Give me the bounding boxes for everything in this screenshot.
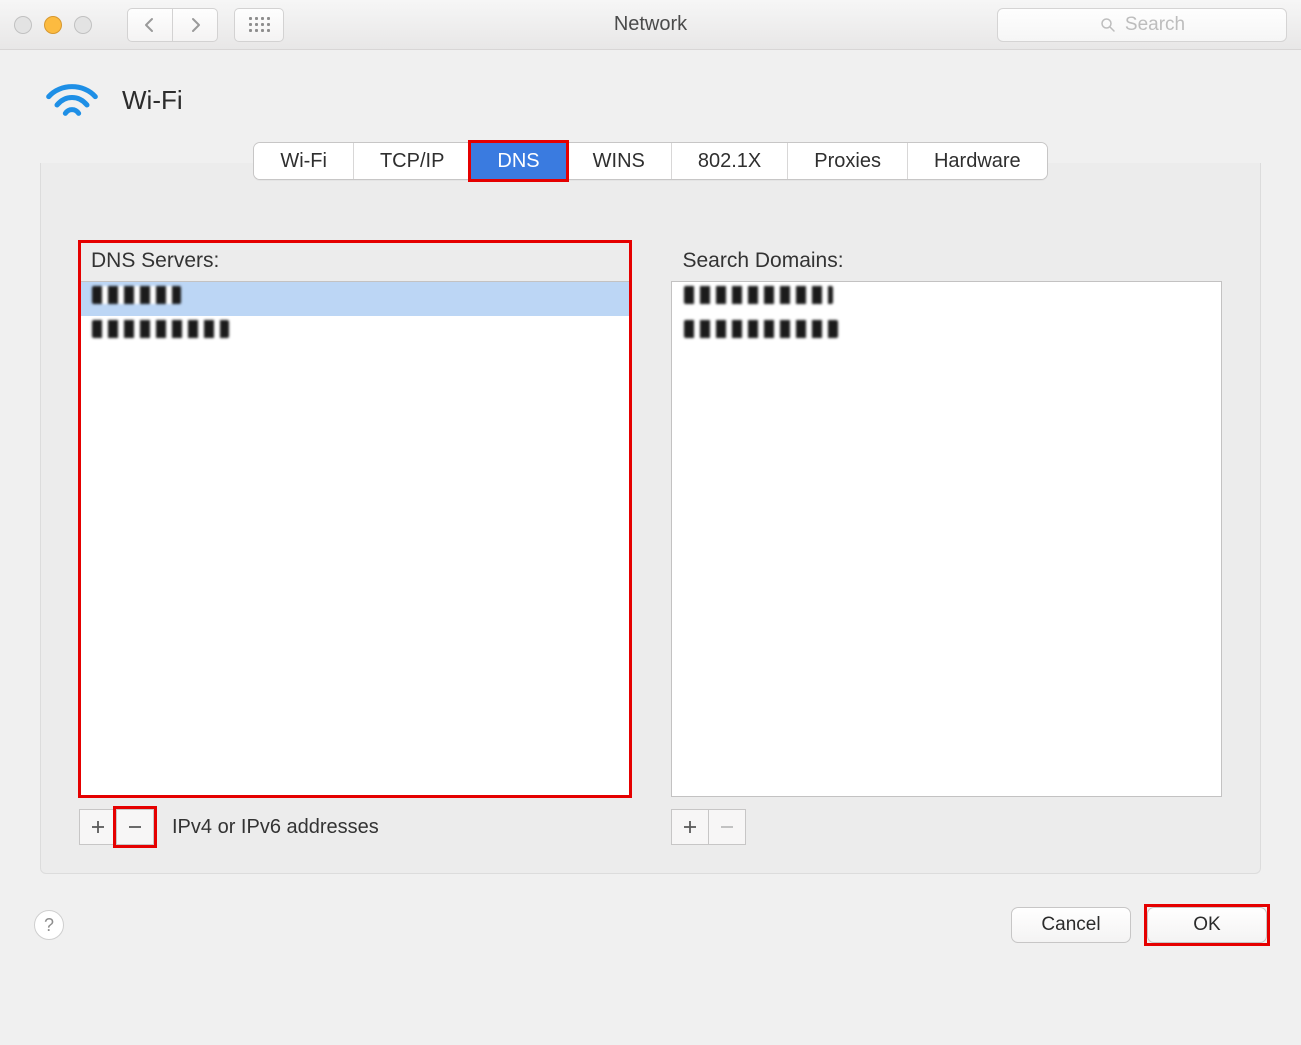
minus-icon — [127, 819, 143, 835]
search-icon — [1099, 16, 1117, 34]
redacted-text — [92, 286, 181, 304]
dns-footer-hint: IPv4 or IPv6 addresses — [172, 816, 379, 839]
search-domains-column: Search Domains: — [671, 241, 1223, 845]
search-domains-header: Search Domains: — [671, 241, 1223, 281]
redacted-text — [92, 320, 229, 338]
search-domain-row[interactable] — [672, 316, 1222, 350]
nav-buttons — [127, 8, 284, 42]
back-button[interactable] — [127, 8, 173, 42]
plus-icon — [90, 819, 106, 835]
tab-tcp-ip[interactable]: TCP/IP — [354, 143, 471, 179]
minimize-window-button[interactable] — [44, 16, 62, 34]
tab-hardware[interactable]: Hardware — [908, 143, 1047, 179]
grid-icon — [249, 17, 270, 32]
segmented-tabs: Wi-FiTCP/IPDNSWINS802.1XProxiesHardware — [253, 142, 1047, 180]
add-search-domain-button[interactable] — [671, 809, 709, 845]
search-domains-list[interactable] — [671, 281, 1223, 797]
minus-icon — [719, 819, 735, 835]
remove-search-domain-button[interactable] — [708, 809, 746, 845]
footer: ? Cancel OK — [0, 891, 1301, 967]
redacted-text — [684, 286, 834, 304]
tab-wi-fi[interactable]: Wi-Fi — [254, 143, 354, 179]
plus-icon — [682, 819, 698, 835]
zoom-window-button[interactable] — [74, 16, 92, 34]
search-domain-row[interactable] — [672, 282, 1222, 316]
dns-list-footer: IPv4 or IPv6 addresses — [79, 809, 631, 845]
annotation-highlight-remove-button — [113, 806, 157, 848]
chevron-right-icon — [187, 17, 203, 33]
traffic-lights — [14, 16, 92, 34]
interface-name: Wi-Fi — [122, 85, 183, 116]
tab-dns[interactable]: DNS — [471, 143, 566, 179]
cancel-button[interactable]: Cancel — [1011, 907, 1131, 943]
search-domains-add-remove-group — [671, 809, 746, 845]
chevron-left-icon — [142, 17, 158, 33]
redacted-text — [684, 320, 838, 338]
wifi-icon — [44, 80, 100, 120]
tab-wins[interactable]: WINS — [567, 143, 672, 179]
tab-proxies[interactable]: Proxies — [788, 143, 908, 179]
annotation-highlight-dns-list — [78, 240, 632, 798]
dns-servers-column: DNS Servers: IPv4 or IPv6 addresses — [79, 241, 631, 845]
add-dns-server-button[interactable] — [79, 809, 117, 845]
ok-button[interactable]: OK — [1147, 907, 1267, 943]
forward-button[interactable] — [172, 8, 218, 42]
remove-dns-server-button[interactable] — [116, 809, 154, 845]
dns-panel: DNS Servers: IPv4 or IPv6 addresses — [40, 163, 1261, 874]
show-all-prefs-button[interactable] — [234, 8, 284, 42]
tab-802-1x[interactable]: 802.1X — [672, 143, 788, 179]
dns-servers-header: DNS Servers: — [79, 241, 631, 281]
search-domains-footer — [671, 809, 1223, 845]
tabstrip: Wi-FiTCP/IPDNSWINS802.1XProxiesHardware — [0, 142, 1301, 180]
help-button[interactable]: ? — [34, 910, 64, 940]
dns-server-row[interactable] — [80, 282, 630, 316]
search-input[interactable]: Search — [997, 8, 1287, 42]
dns-servers-list[interactable] — [79, 281, 631, 797]
close-window-button[interactable] — [14, 16, 32, 34]
dns-server-row[interactable] — [80, 316, 630, 350]
titlebar: Network Search — [0, 0, 1301, 50]
search-placeholder: Search — [1125, 14, 1185, 36]
interface-header: Wi-Fi — [0, 50, 1301, 142]
dns-add-remove-group — [79, 809, 154, 845]
